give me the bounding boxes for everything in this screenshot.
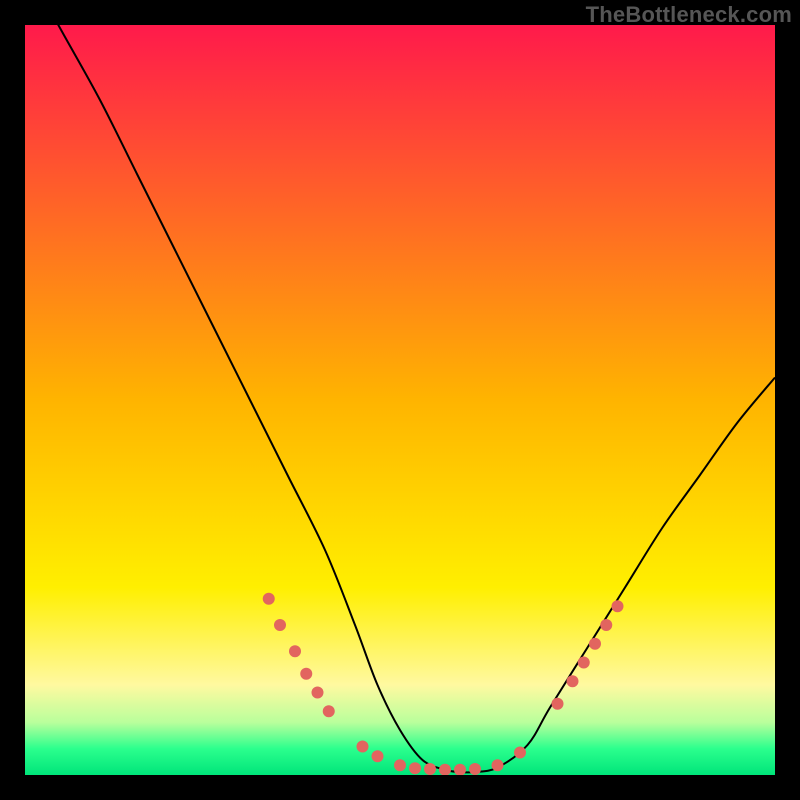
curve-marker: [394, 759, 406, 771]
curve-marker: [552, 698, 564, 710]
curve-marker: [469, 763, 481, 775]
curve-marker: [424, 763, 436, 775]
curve-marker: [578, 657, 590, 669]
curve-marker: [589, 638, 601, 650]
curve-marker: [612, 600, 624, 612]
curve-marker: [600, 619, 612, 631]
curve-marker: [312, 687, 324, 699]
curve-marker: [492, 759, 504, 771]
chart-container: TheBottleneck.com: [0, 0, 800, 800]
plot-area: [25, 25, 775, 775]
curve-marker: [357, 741, 369, 753]
curve-marker: [289, 645, 301, 657]
curve-marker: [409, 762, 421, 774]
watermark-text: TheBottleneck.com: [586, 2, 792, 28]
chart-background: [25, 25, 775, 775]
curve-marker: [372, 750, 384, 762]
curve-marker: [263, 593, 275, 605]
curve-marker: [274, 619, 286, 631]
curve-marker: [323, 705, 335, 717]
curve-marker: [514, 747, 526, 759]
chart-svg: [25, 25, 775, 775]
curve-marker: [300, 668, 312, 680]
curve-marker: [567, 675, 579, 687]
